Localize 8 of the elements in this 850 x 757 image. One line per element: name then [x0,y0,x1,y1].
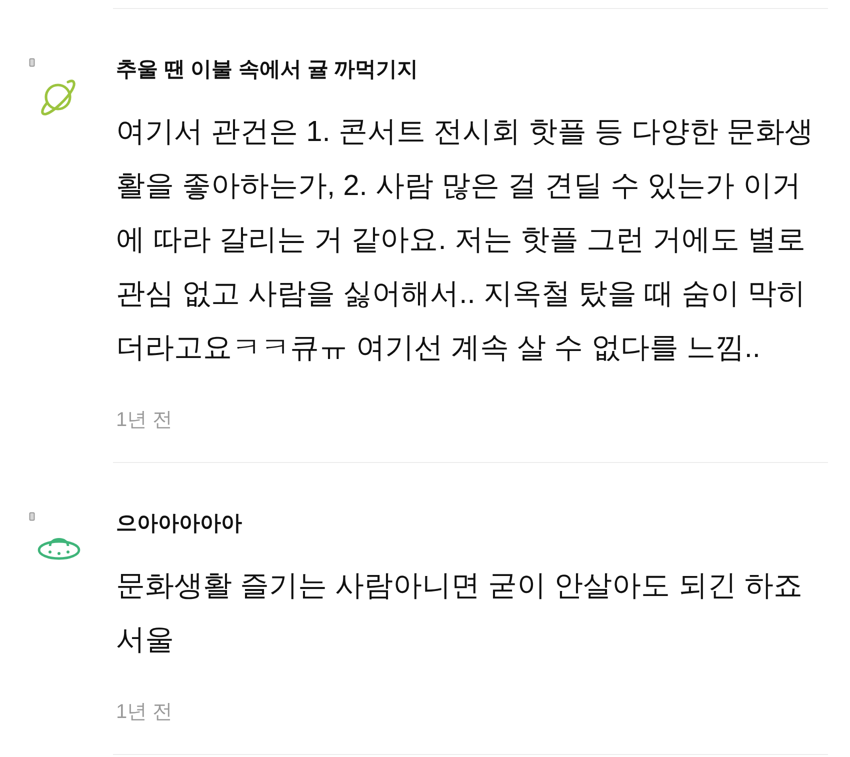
author-name: 으아아아아아 [116,511,242,537]
rectangle-icon [29,58,35,67]
comment-text: 여기서 관건은 1. 콘서트 전시회 핫플 등 다양한 문화생활을 좋아하는가, 2. 사람 많은 걸 견딜 수 있는가 이거에 따라 갈리는 거 같아요. 저는 핫플 그런 거에도 별로 관심 없고 사람을 싫어해서.. 지옥철 탔을 때 숨이 막히더라고요ㅋㅋ큐ㅠ 여기선 계속 살 수 없다를 느낌.. [116,115,815,366]
author-name: 추울 땐 이불 속에서 귤 까먹기지 [116,57,418,83]
comment-time: 1년 전 [116,408,173,433]
rectangle-icon [29,512,35,521]
comment-text: 문화생활 즐기는 사람아니면 굳이 안살아도 되긴 하죠 서울 [116,569,804,658]
comment-time: 1년 전 [116,700,173,725]
